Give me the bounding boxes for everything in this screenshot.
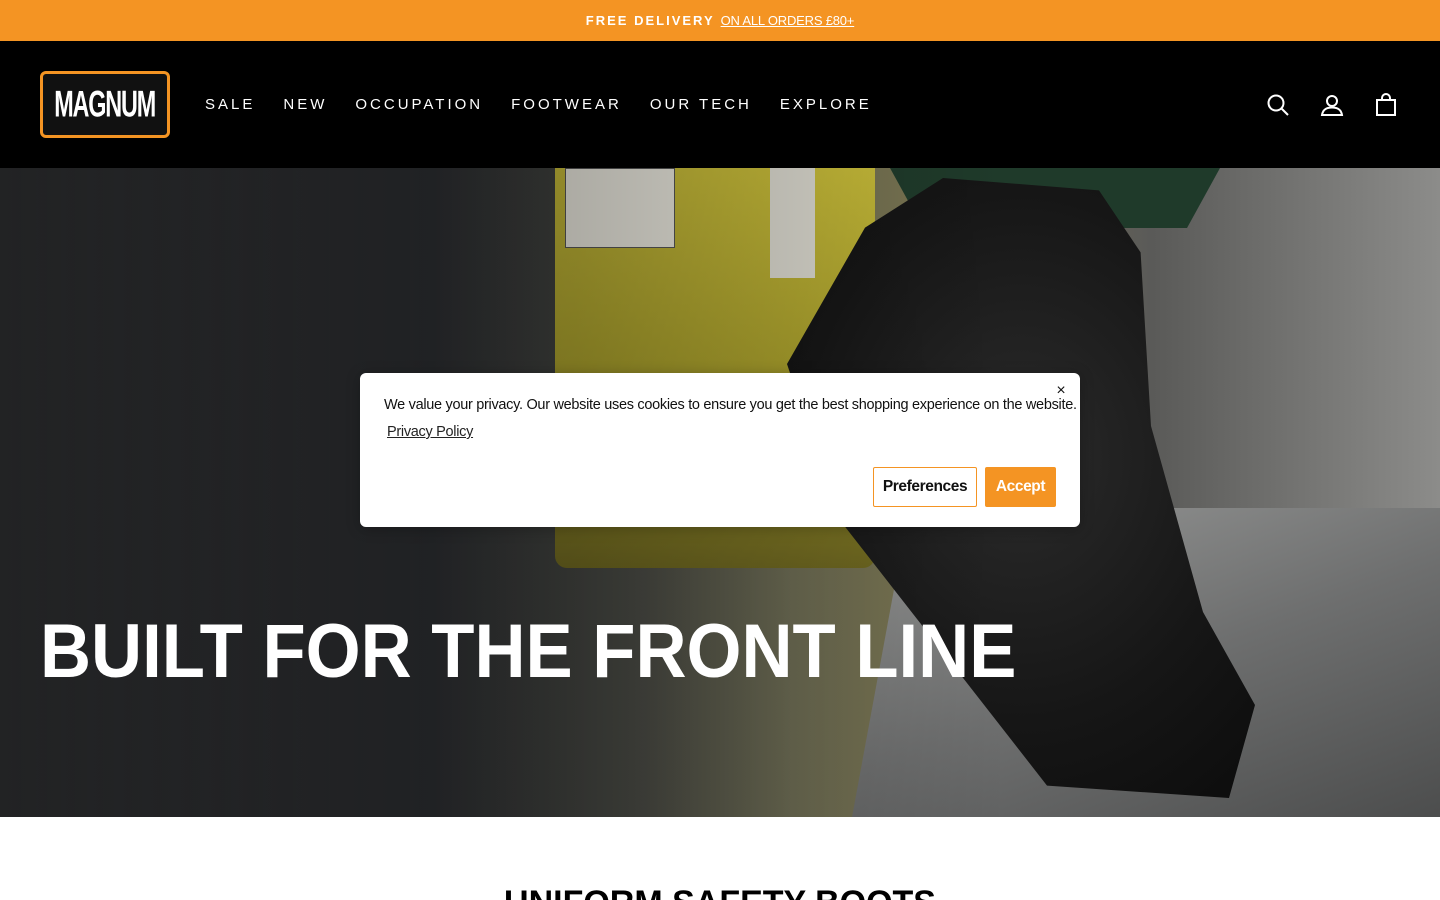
hero-title: BUILT FOR THE FRONT LINE [40, 609, 1017, 694]
announcement-bar: FREE DELIVERY ON ALL ORDERS £80+ [0, 0, 1440, 41]
cookie-banner: We value your privacy. Our website uses … [360, 373, 1080, 527]
close-icon[interactable]: × [1052, 382, 1070, 400]
accept-button[interactable]: Accept [985, 467, 1056, 507]
announcement-strong-text: FREE DELIVERY [585, 13, 715, 28]
search-icon[interactable] [1266, 93, 1290, 117]
nav-item-new[interactable]: NEW [283, 96, 327, 113]
section-heading: UNIFORM SAFETY BOOTS [0, 884, 1440, 900]
cart-icon[interactable] [1374, 92, 1398, 117]
nav-item-occupation[interactable]: OCCUPATION [355, 96, 483, 113]
preferences-button[interactable]: Preferences [873, 467, 977, 507]
nav-item-footwear[interactable]: FOOTWEAR [511, 96, 622, 113]
nav-item-our-tech[interactable]: OUR TECH [650, 96, 752, 113]
brand-logo[interactable]: MAGNUM [40, 71, 170, 138]
nav-item-explore[interactable]: EXPLORE [780, 96, 872, 113]
account-icon[interactable] [1320, 93, 1344, 117]
nav-item-sale[interactable]: SALE [205, 96, 255, 113]
announcement-link[interactable]: ON ALL ORDERS £80+ [721, 13, 855, 28]
site-header: MAGNUM SALE NEW OCCUPATION FOOTWEAR OUR … [0, 41, 1440, 168]
privacy-policy-link[interactable]: Privacy Policy [387, 424, 473, 440]
cookie-message: We value your privacy. Our website uses … [384, 397, 1077, 413]
main-nav: SALE NEW OCCUPATION FOOTWEAR OUR TECH EX… [205, 41, 900, 168]
brand-logo-text: MAGNUM [54, 83, 157, 125]
header-icons [1266, 41, 1398, 168]
